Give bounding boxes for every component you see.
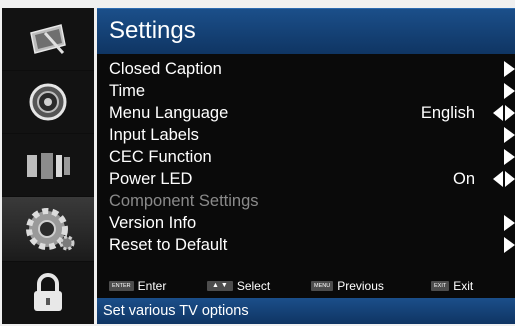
menu-item-label: Input Labels [109,126,199,144]
category-sound[interactable] [2,71,94,133]
tv-menu-screen: Settings Closed Caption Time Menu Langua… [0,0,515,326]
menu-item-label: Version Info [109,214,197,232]
enter-key-icon: ENTER [109,281,134,291]
menu-item-label: Power LED [109,170,193,188]
arrow-right-icon [504,127,515,143]
hint-select: ▲ ▼ Select [207,276,270,296]
title-bar: Settings [97,8,515,54]
page-title: Settings [109,17,196,44]
menu-item-label: Closed Caption [109,60,222,78]
menu-item-component-settings: Component Settings [97,190,515,212]
left-right-arrows-icon[interactable] [493,105,515,121]
arrow-right-icon [504,61,515,77]
menu-item-label: Component Settings [109,192,259,210]
category-settings[interactable] [2,197,94,261]
menu-item-power-led[interactable]: Power LED On [97,168,515,190]
settings-panel: Settings Closed Caption Time Menu Langua… [97,8,515,324]
hint-label: Enter [137,279,167,293]
arrow-right-icon [504,83,515,99]
arrow-right-icon [504,149,515,165]
menu-item-cec-function[interactable]: CEC Function [97,146,515,168]
left-right-arrows-icon[interactable] [493,171,515,187]
status-text: Set various TV options [103,303,249,319]
menu-item-label: CEC Function [109,148,212,166]
menu-item-value: English [420,104,475,122]
category-lock[interactable] [2,262,94,324]
channel-icon [27,153,70,179]
hint-enter: ENTER Enter [109,276,166,296]
up-down-key-icon: ▲ ▼ [207,281,233,291]
status-bar: Set various TV options [97,298,515,324]
menu-item-input-labels[interactable]: Input Labels [97,124,515,146]
category-channel[interactable] [2,134,94,196]
menu-item-closed-caption[interactable]: Closed Caption [97,58,515,80]
menu-item-menu-language[interactable]: Menu Language English [97,102,515,124]
menu-item-reset-to-default[interactable]: Reset to Default [97,234,515,256]
menu-item-label: Time [109,82,146,100]
hint-label: Exit [453,279,474,293]
menu-item-value: On [452,170,475,188]
lock-icon [34,273,62,311]
sound-icon [29,83,67,121]
menu-item-version-info[interactable]: Version Info [97,212,515,234]
hint-exit: EXIT Exit [431,276,473,296]
arrow-right-icon [504,237,515,253]
menu-item-label: Reset to Default [109,236,228,254]
settings-menu: Closed Caption Time Menu Language Englis… [97,58,515,256]
hint-label: Previous [337,279,384,293]
arrow-right-icon [504,215,515,231]
menu-item-label: Menu Language [109,104,229,122]
gear-icon [26,208,75,251]
hint-previous: MENU Previous [311,276,384,296]
menu-item-time[interactable]: Time [97,80,515,102]
hint-label: Select [236,279,271,293]
menu-key-icon: MENU [311,281,334,291]
category-picture[interactable] [2,8,94,70]
picture-icon [30,24,66,55]
category-sidebar [2,8,94,324]
exit-key-icon: EXIT [431,281,450,291]
key-hints-bar: ENTER Enter ▲ ▼ Select MENU Previous EXI… [97,276,515,296]
